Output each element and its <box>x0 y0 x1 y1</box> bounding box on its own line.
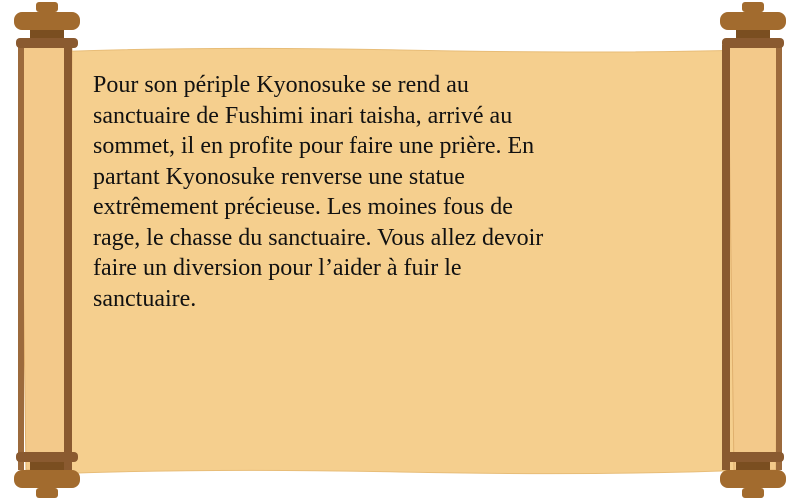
right-roll-paper <box>727 44 781 471</box>
right-rod-outer <box>776 40 782 470</box>
story-line-3: sommet, il en profite pour faire une pri… <box>93 133 535 159</box>
scroll-stage: Pour son périple Kyonosuke se rend au sa… <box>0 0 800 500</box>
story-line-1: Pour son périple Kyonosuke se rend au <box>93 72 469 98</box>
left-rod-outer <box>18 40 24 470</box>
story-line-7: faire un diversion pour l’aider à fuir l… <box>93 255 462 281</box>
left-rod-inner <box>64 45 72 470</box>
left-top-knob <box>14 2 80 48</box>
story-line-5: extrêmement précieuse. Les moines fous d… <box>93 194 513 220</box>
story-line-6: rage, le chasse du sanctuaire. Vous alle… <box>93 224 544 251</box>
story-line-8: sanctuaire. <box>93 285 197 312</box>
right-bottom-knob <box>720 452 786 498</box>
left-bottom-knob <box>14 452 80 498</box>
story-line-2: sanctuaire de Fushimi inari taisha, arri… <box>93 102 513 129</box>
right-top-knob <box>720 2 786 48</box>
scroll-story-text: Pour son périple Kyonosuke se rend au sa… <box>93 70 693 314</box>
right-rod-inner <box>722 45 730 470</box>
story-line-4: partant Kyonosuke renverse une statue <box>93 163 465 190</box>
